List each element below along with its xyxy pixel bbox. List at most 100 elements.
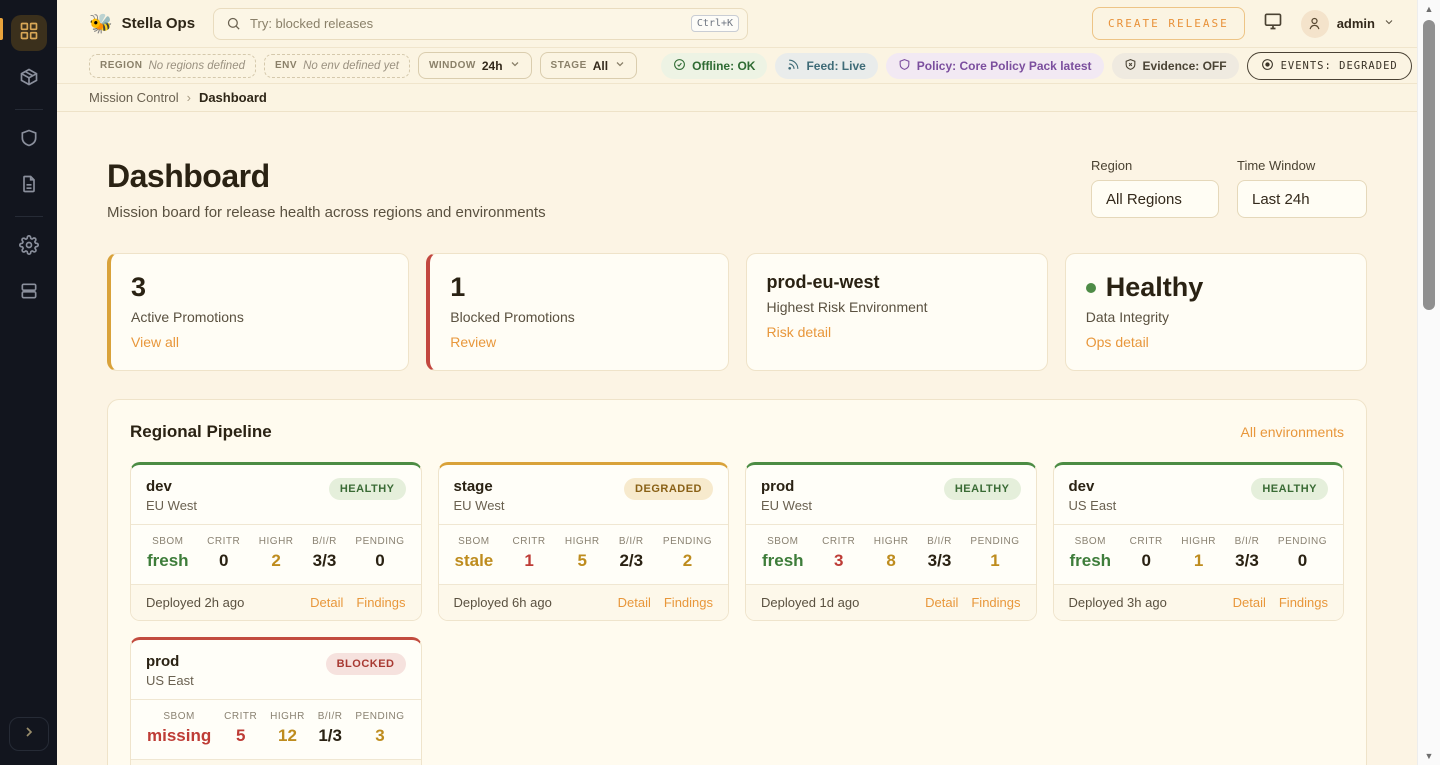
page-scrollbar[interactable]: ▲ ▼ [1417,0,1440,765]
pipeline-card-stage-eu-west: stage EU West DEGRADED SBOMstale CRITR1 … [438,462,730,621]
region-name: EU West [146,498,197,513]
sidebar-expand-button[interactable] [9,717,49,751]
metric-label: B/I/R [927,536,952,547]
breadcrumb: Mission Control › Dashboard [57,84,1417,112]
metric-label: PENDING [1278,536,1327,547]
evidence-status-pill[interactable]: Evidence: OFF [1112,53,1239,79]
app-logo[interactable]: 🐝 Stella Ops [89,12,195,36]
metric-label: CRITR [822,536,855,547]
region-name: US East [146,673,194,688]
metric-label: HIGHR [874,536,909,547]
metric-label: B/I/R [312,536,337,547]
sidebar [0,0,57,765]
time-window-filter-select[interactable]: Last 24h [1237,180,1367,218]
metric-label: SBOM [147,711,211,722]
display-mode-button[interactable] [1263,11,1283,36]
check-circle-icon [673,58,686,74]
status-badge: HEALTHY [1251,478,1328,500]
view-all-link[interactable]: View all [131,334,179,350]
window-context-dropdown[interactable]: WINDOW 24h [418,52,532,79]
status-badge: HEALTHY [944,478,1021,500]
policy-status-text: Policy: Core Policy Pack latest [917,59,1092,73]
metric-label: HIGHR [270,711,305,722]
region-filter-select[interactable]: All Regions [1091,180,1219,218]
dashboard-grid-icon [19,21,39,46]
stage-context-dropdown[interactable]: STAGE All [540,52,638,79]
pending-value: 0 [1278,551,1327,571]
sidebar-item-releases[interactable] [11,61,47,97]
sidebar-item-settings[interactable] [11,229,47,265]
global-search[interactable]: Ctrl+K [213,8,748,40]
sidebar-divider [15,109,43,110]
metric-label: CRITR [207,536,240,547]
scroll-up-arrow[interactable]: ▲ [1418,4,1440,14]
breadcrumb-mission-control[interactable]: Mission Control [89,90,179,105]
detail-link[interactable]: Detail [1233,595,1266,610]
status-badge: DEGRADED [624,478,713,500]
env-context-chip[interactable]: ENV No env defined yet [264,54,410,78]
critr-value: 1 [513,551,546,571]
stat-label: Highest Risk Environment [767,299,1027,315]
pending-value: 0 [355,551,404,571]
detail-link[interactable]: Detail [925,595,958,610]
sidebar-item-dashboard[interactable] [11,15,47,51]
evidence-status-text: Evidence: OFF [1143,59,1227,73]
metric-label: PENDING [355,711,404,722]
findings-link[interactable]: Findings [356,595,405,610]
time-window-filter-value: Last 24h [1252,191,1310,208]
findings-link[interactable]: Findings [664,595,713,610]
sidebar-item-documents[interactable] [11,168,47,204]
env-name: stage [454,478,505,495]
chevron-down-icon [614,58,626,73]
user-name: admin [1337,16,1375,31]
metric-label: PENDING [663,536,712,547]
dashboard-content: Dashboard Mission board for release heal… [57,112,1417,765]
region-chip-value: No regions defined [148,60,245,72]
policy-status-pill[interactable]: Policy: Core Policy Pack latest [886,53,1104,79]
stat-card-blocked-promotions: 1 Blocked Promotions Review [426,253,728,371]
sbom-value: fresh [1070,551,1112,571]
pending-value: 1 [970,551,1019,571]
feed-status-pill[interactable]: Feed: Live [775,53,877,79]
detail-link[interactable]: Detail [310,595,343,610]
risk-detail-link[interactable]: Risk detail [767,324,832,340]
all-environments-link[interactable]: All environments [1241,424,1345,440]
bir-value: 3/3 [927,551,952,571]
review-link[interactable]: Review [450,334,496,350]
search-input[interactable] [250,16,682,31]
critr-value: 5 [224,726,257,746]
deployed-text: Deployed 2h ago [146,595,244,610]
sbom-value: stale [455,551,494,571]
critr-value: 3 [822,551,855,571]
region-filter-value: All Regions [1106,191,1182,208]
findings-link[interactable]: Findings [1279,595,1328,610]
stat-card-highest-risk-env: prod-eu-west Highest Risk Environment Ri… [746,253,1048,371]
region-name: EU West [761,498,812,513]
highr-value: 1 [1181,551,1216,571]
env-name: dev [146,478,197,495]
scrollbar-thumb[interactable] [1423,20,1435,310]
sidebar-item-security[interactable] [11,122,47,158]
sidebar-active-indicator [0,18,3,40]
detail-link[interactable]: Detail [618,595,651,610]
create-release-button[interactable]: CREATE RELEASE [1092,7,1245,40]
metric-label: CRITR [1130,536,1163,547]
page-title: Dashboard [107,158,546,195]
user-menu[interactable]: admin [1301,10,1395,38]
region-filter-label: Region [1091,158,1219,173]
env-name: dev [1069,478,1117,495]
search-icon [226,16,241,31]
ops-detail-link[interactable]: Ops detail [1086,334,1149,350]
events-degraded-badge[interactable]: EVENTS: DEGRADED [1247,52,1412,80]
pending-value: 3 [355,726,404,746]
findings-link[interactable]: Findings [971,595,1020,610]
region-context-chip[interactable]: REGION No regions defined [89,54,256,78]
scroll-down-arrow[interactable]: ▼ [1418,751,1440,761]
offline-status-pill[interactable]: Offline: OK [661,53,767,79]
sidebar-item-infrastructure[interactable] [11,275,47,311]
metric-label: SBOM [762,536,804,547]
bir-value: 3/3 [1235,551,1260,571]
bir-value: 3/3 [312,551,337,571]
regional-pipeline-panel: Regional Pipeline All environments dev E… [107,399,1367,765]
metric-label: CRITR [224,711,257,722]
